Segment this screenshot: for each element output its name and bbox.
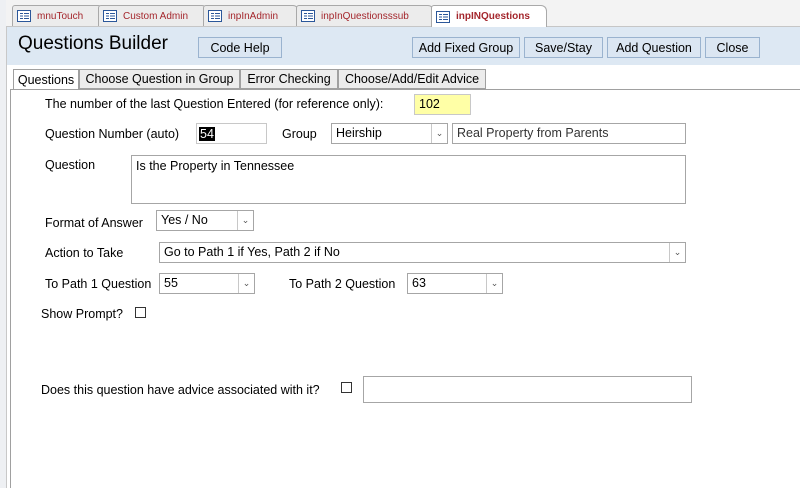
question-number-field[interactable]: 54 <box>196 123 267 144</box>
advice-question-label: Does this question have advice associate… <box>41 383 320 397</box>
form-icon <box>103 10 117 22</box>
doc-tab-mnutouch[interactable]: mnuTouch <box>12 5 104 26</box>
close-button[interactable]: Close <box>705 37 760 58</box>
form-icon <box>208 10 222 22</box>
form-icon <box>301 10 315 22</box>
document-tab-strip: mnuTouch Custom Admin inpInAdmin inpInQu… <box>6 0 800 27</box>
advice-checkbox[interactable] <box>341 382 352 393</box>
question-number-label: Question Number (auto) <box>45 127 180 141</box>
question-textbox[interactable]: Is the Property in Tennessee <box>131 155 686 204</box>
add-fixed-group-button[interactable]: Add Fixed Group <box>412 37 520 58</box>
path2-label: To Path 2 Question <box>289 277 396 291</box>
form-icon <box>17 10 31 22</box>
navigation-pane-edge <box>0 0 7 488</box>
doc-tab-label: inpINQuestions <box>456 11 530 22</box>
action-to-take-select[interactable]: Go to Path 1 if Yes, Path 2 if No ⌄ <box>159 242 686 263</box>
action-to-take-value: Go to Path 1 if Yes, Path 2 if No <box>164 245 340 259</box>
form-title: Questions Builder <box>18 33 168 54</box>
path1-select[interactable]: 55 ⌄ <box>159 273 255 294</box>
doc-tab-label: mnuTouch <box>37 10 84 22</box>
path2-select[interactable]: 63 ⌄ <box>407 273 503 294</box>
chevron-down-icon[interactable]: ⌄ <box>669 243 685 262</box>
group-select-value: Heirship <box>336 126 382 140</box>
last-question-label: The number of the last Question Entered … <box>45 97 384 111</box>
path2-value: 63 <box>412 276 426 290</box>
tab-choose-question-in-group[interactable]: Choose Question in Group <box>79 69 240 89</box>
doc-tab-inpinquestions[interactable]: inpINQuestions <box>431 5 547 27</box>
action-to-take-label: Action to Take <box>45 246 124 260</box>
tab-choose-add-edit-advice[interactable]: Choose/Add/Edit Advice <box>338 69 486 89</box>
doc-tab-custom-admin[interactable]: Custom Admin <box>98 5 208 26</box>
format-of-answer-value: Yes / No <box>161 213 208 227</box>
advice-field[interactable] <box>363 376 692 403</box>
show-prompt-label: Show Prompt? <box>41 307 123 321</box>
form-icon <box>436 10 450 23</box>
show-prompt-checkbox[interactable] <box>135 307 146 318</box>
question-number-value: 54 <box>199 127 215 141</box>
format-of-answer-label: Format of Answer <box>45 216 143 230</box>
doc-tab-inpinadmin[interactable]: inpInAdmin <box>203 5 299 26</box>
doc-tab-label: inpInAdmin <box>228 10 279 22</box>
chevron-down-icon[interactable]: ⌄ <box>238 274 254 293</box>
doc-tab-label: inpInQuestionsssub <box>321 10 409 22</box>
chevron-down-icon[interactable]: ⌄ <box>486 274 502 293</box>
group-description-field[interactable]: Real Property from Parents <box>452 123 686 144</box>
path1-value: 55 <box>164 276 178 290</box>
code-help-button[interactable]: Code Help <box>198 37 282 58</box>
save-stay-button[interactable]: Save/Stay <box>524 37 603 58</box>
format-of-answer-select[interactable]: Yes / No ⌄ <box>156 210 254 231</box>
tab-error-checking[interactable]: Error Checking <box>240 69 338 89</box>
chevron-down-icon[interactable]: ⌄ <box>431 124 447 143</box>
group-label: Group <box>282 127 317 141</box>
group-select[interactable]: Heirship ⌄ <box>331 123 448 144</box>
last-question-value: 102 <box>414 94 471 115</box>
tab-questions[interactable]: Questions <box>13 69 79 90</box>
add-question-button[interactable]: Add Question <box>607 37 701 58</box>
doc-tab-label: Custom Admin <box>123 10 189 22</box>
chevron-down-icon[interactable]: ⌄ <box>237 211 253 230</box>
path1-label: To Path 1 Question <box>45 277 152 291</box>
doc-tab-inpinquestionsssub[interactable]: inpInQuestionsssub <box>296 5 434 26</box>
question-label: Question <box>45 158 96 172</box>
